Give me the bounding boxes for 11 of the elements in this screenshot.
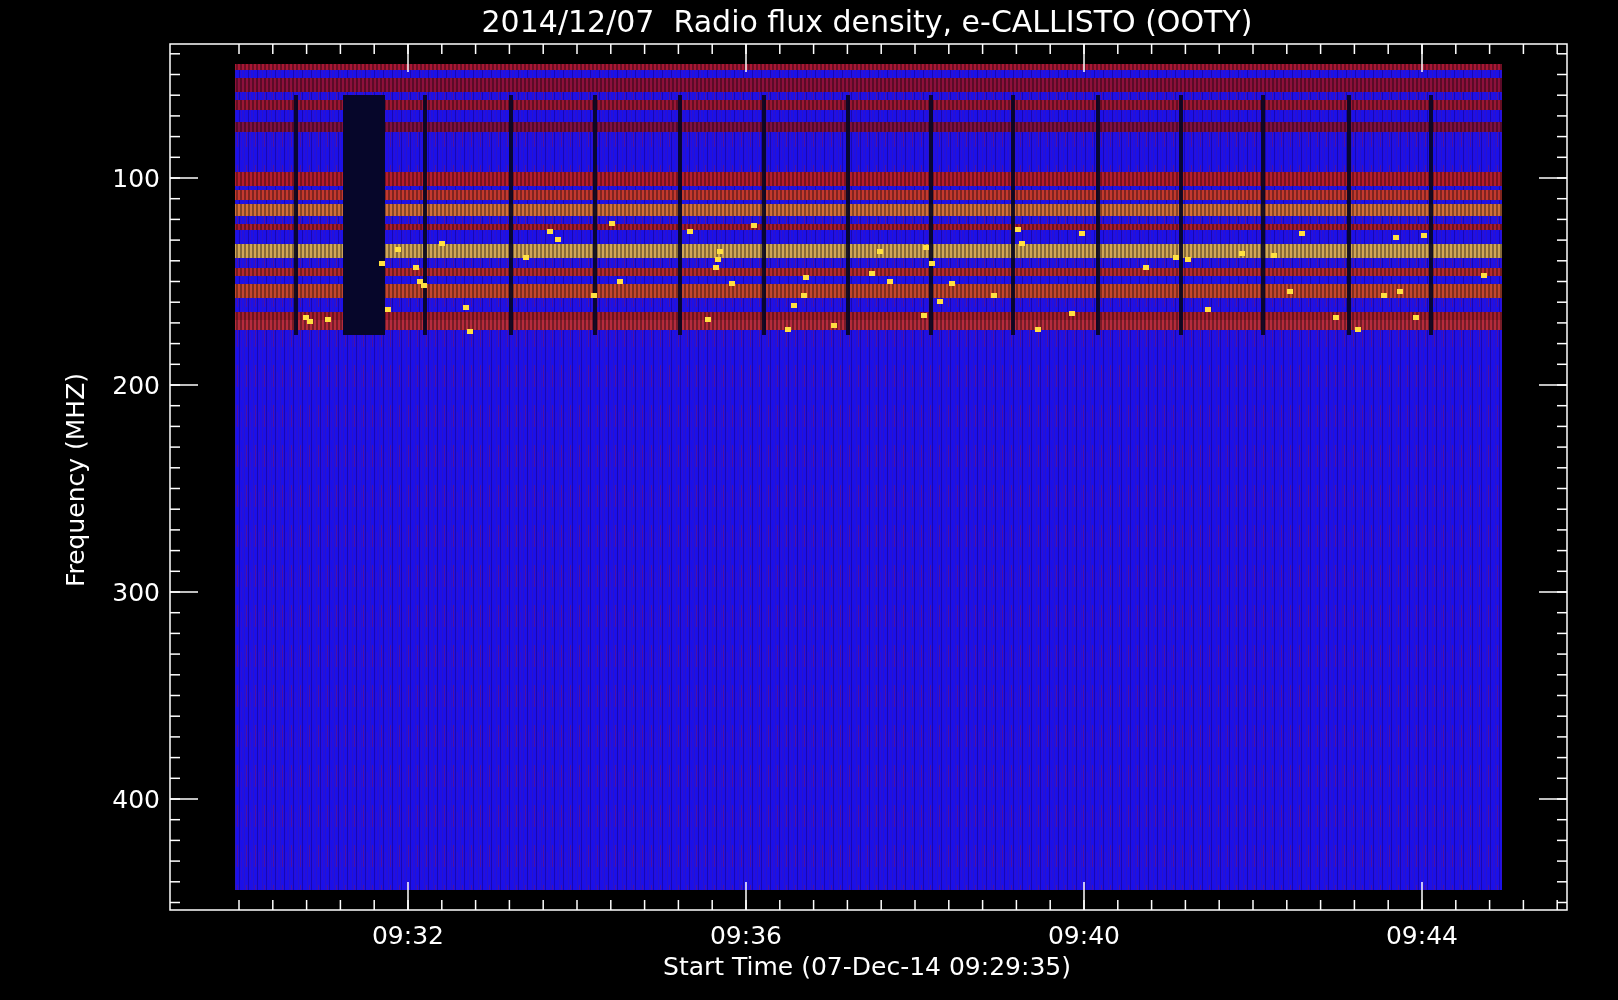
y-tick-label: 400: [112, 785, 160, 814]
chart-title: 2014/12/07 Radio flux density, e-CALLISTO (OOTY): [481, 4, 1253, 39]
y-tick-label: 300: [112, 578, 160, 607]
x-tick-label: 09:40: [1048, 921, 1120, 950]
y-axis-label: Frequency (MHZ): [61, 372, 90, 588]
x-axis-label: Start Time (07-Dec-14 09:29:35): [663, 952, 1071, 981]
x-tick-label: 09:36: [710, 921, 782, 950]
y-tick-label: 100: [112, 164, 160, 193]
y-tick-label: 200: [112, 371, 160, 400]
x-tick-label: 09:32: [372, 921, 444, 950]
x-tick-label: 09:44: [1386, 921, 1458, 950]
